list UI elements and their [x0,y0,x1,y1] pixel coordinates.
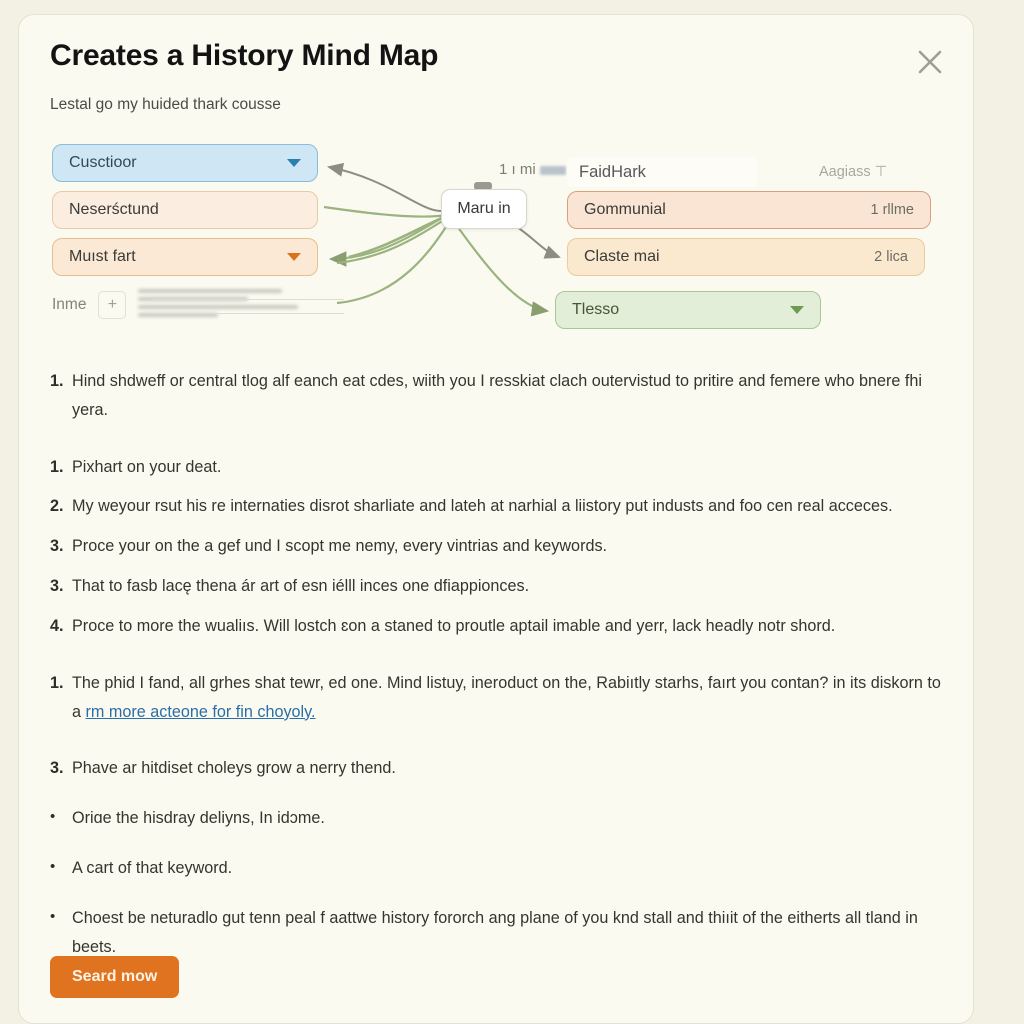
list-item-text: Hind shdweff or central tlog alf eanch e… [72,372,922,419]
diagram-annotation: 1 ı mi [499,161,570,178]
list-item-text: Choest be neturadlo gut tenn peal f aatt… [72,908,918,956]
list-item-marker: 4. [50,616,64,635]
node-meta: 1 rllme [870,202,914,218]
mind-map-diagram: Cusctioor Neserśctund Muıst fart Maru in… [19,131,973,341]
node-label: Cusctioor [69,154,137,171]
list-item-text: Proce your on the a gef und I scopt me n… [72,537,608,556]
diagram-node-claste-mai[interactable]: Claste mai 2 lica [567,238,925,276]
diagram-header-title: FaidHark [567,157,757,187]
list-item: • A cart of that keyword. [50,854,944,883]
inline-link[interactable]: rm more acteone for fin choyoly. [86,703,316,721]
list-item-marker: • [50,808,56,826]
diagram-node-cusctioor[interactable]: Cusctioor [52,144,318,182]
page-title: Creates a History Mind Map [50,39,439,72]
diagram-node-gommunial[interactable]: Gommunial 1 rllme [567,191,931,229]
list-item-text: The phid I fand, all grhes shat tewr, ed… [72,673,941,721]
header-action-label: Aagiass ⊤ [819,164,888,180]
annotation-text: 1 ı mi [499,161,536,178]
list-item: 1. Hind shdweff or central tlog alf eanch… [50,367,944,425]
blurred-chip [539,165,566,175]
mind-map-modal: Creates a History Mind Map Lestal go my … [18,14,974,1024]
list-item: 2. My weyour rsut his re internaties disr… [50,492,944,521]
divider-line [152,313,344,314]
header-label: FaidHark [579,162,646,181]
list-item-marker: 3. [50,759,64,778]
list-item: 3. Proce your on the a gef und I scopt me… [50,532,944,561]
list-item-marker: 3. [50,577,64,596]
list-item: • Oriɑe the hisdray deliyns, In idɔme. [50,804,944,833]
list-item-marker: 3. [50,537,64,556]
chevron-down-icon[interactable] [279,159,301,167]
input-row-label: Inme [52,296,87,313]
list-item: 1. The phid I fand, all grhes shat tewr, … [50,669,944,727]
node-meta: 2 lica [874,249,908,265]
diagram-node-must-fart[interactable]: Muıst fart [52,238,318,276]
blurred-placeholder-text [138,289,338,321]
chevron-down-icon[interactable] [782,306,804,314]
list-item-text: Pixhart on your deat. [72,457,222,476]
list-item: • Choest be neturadlo gut tenn peal f aat… [50,904,944,962]
diagram-header-action[interactable]: Aagiass ⊤ [819,157,929,187]
list-item-marker: 1. [50,673,64,692]
list-item-text: A cart of that keyword. [72,859,233,878]
node-label: Gommunial [584,201,666,218]
diagram-node-tlesso[interactable]: Tlesso [555,291,821,329]
list-item: 3. That to fasb lacę thena ár art of esn … [50,572,944,601]
page-subtitle: Lestal go my huided thark cousse [50,96,281,113]
list-item: 4. Proce to more the wualiıs. Will lostch… [50,612,944,641]
list-item: 3. Phave ar hitdiset choleys grow a nerry… [50,754,944,783]
diagram-center-node[interactable]: Maru in [441,189,527,229]
list-item-text: That to fasb lacę thena ár art of esn ié… [72,577,530,596]
diagram-input-row: Inme + [52,289,338,321]
instructions-list: 1. Hind shdweff or central tlog alf eanch… [50,367,944,973]
list-item-marker: 2. [50,497,64,516]
list-item-text: My weyour rsut his re internaties disrot… [72,497,893,516]
plus-icon[interactable]: + [98,291,127,319]
divider-line [152,299,344,300]
node-label: Claste mai [584,248,660,265]
node-label: Muıst fart [69,248,136,265]
list-item-text: Proce to more the wualiıs. Will lostch ɛ… [72,616,836,635]
submit-button[interactable]: Seard mow [50,956,180,998]
node-label: Neserśctund [69,201,159,218]
list-item-marker: 1. [50,372,64,390]
list-item: 1. Pixhart on your deat. [50,453,944,482]
list-item-marker: • [50,858,56,876]
diagram-node-nesersctund[interactable]: Neserśctund [52,191,318,229]
chevron-down-icon[interactable] [279,253,301,261]
close-icon[interactable] [913,45,947,79]
node-label: Tlesso [572,301,620,318]
list-item-marker: 1. [50,457,64,476]
list-item-text: Oriɑe the hisdray deliyns, In idɔme. [72,809,325,828]
list-item-marker: • [50,907,56,925]
node-label: Maru in [457,200,511,217]
list-item-text: Phave ar hitdiset choleys grow a nerry t… [72,759,396,778]
